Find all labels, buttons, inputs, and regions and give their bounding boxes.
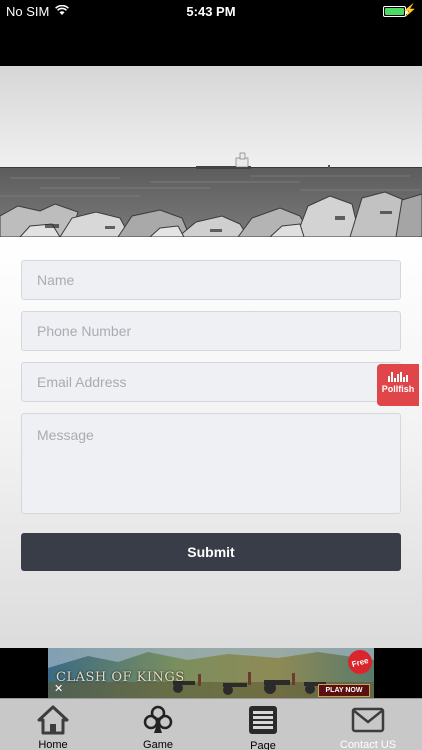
header-band bbox=[0, 22, 422, 66]
name-input[interactable]: Name bbox=[21, 260, 401, 300]
status-time: 5:43 PM bbox=[186, 4, 236, 19]
tab-home-label: Home bbox=[38, 739, 68, 750]
phone-placeholder: Phone Number bbox=[37, 323, 132, 339]
ad-title: CLASH OF KINGS bbox=[56, 670, 185, 685]
submit-label: Submit bbox=[187, 544, 235, 560]
email-address-input[interactable]: Email Address bbox=[21, 362, 401, 402]
message-textarea[interactable]: Message bbox=[21, 413, 401, 514]
list-page-icon bbox=[247, 704, 279, 736]
ad-play-now-button[interactable]: PLAY NOW bbox=[318, 684, 370, 697]
tab-game-label: Game bbox=[143, 739, 173, 750]
status-bar: No SIM 5:43 PM ⚡ bbox=[0, 0, 422, 22]
message-placeholder: Message bbox=[37, 427, 94, 443]
email-placeholder: Email Address bbox=[37, 374, 127, 390]
tab-page-label: Page bbox=[250, 740, 276, 750]
hero-image bbox=[0, 66, 422, 237]
name-placeholder: Name bbox=[37, 272, 75, 288]
tab-bar: Home Game Page Contact US bbox=[0, 698, 422, 750]
pollfish-label: Pollfish bbox=[381, 384, 415, 394]
ad-band: CLASH OF KINGS ✕ Free PLAY NOW bbox=[0, 648, 422, 698]
phone-number-input[interactable]: Phone Number bbox=[21, 311, 401, 351]
home-icon bbox=[37, 704, 69, 735]
contact-form: Name Phone Number Email Address Message … bbox=[0, 237, 422, 648]
club-icon bbox=[143, 704, 173, 735]
ad-close-icon[interactable]: ✕ bbox=[54, 682, 63, 695]
tab-contact-us[interactable]: Contact US bbox=[323, 699, 413, 750]
charging-bolt-icon: ⚡ bbox=[402, 3, 417, 17]
tab-home[interactable]: Home bbox=[8, 699, 98, 750]
ad-banner[interactable]: CLASH OF KINGS ✕ Free PLAY NOW bbox=[48, 648, 374, 698]
tab-page[interactable]: Page bbox=[218, 699, 308, 750]
tab-contact-us-label: Contact US bbox=[339, 739, 397, 750]
submit-button[interactable]: Submit bbox=[21, 533, 401, 571]
pollfish-survey-tab[interactable]: Pollfish bbox=[377, 364, 419, 406]
tab-game[interactable]: Game bbox=[113, 699, 203, 750]
pollfish-logo-icon bbox=[377, 372, 419, 382]
envelope-icon bbox=[351, 704, 385, 735]
